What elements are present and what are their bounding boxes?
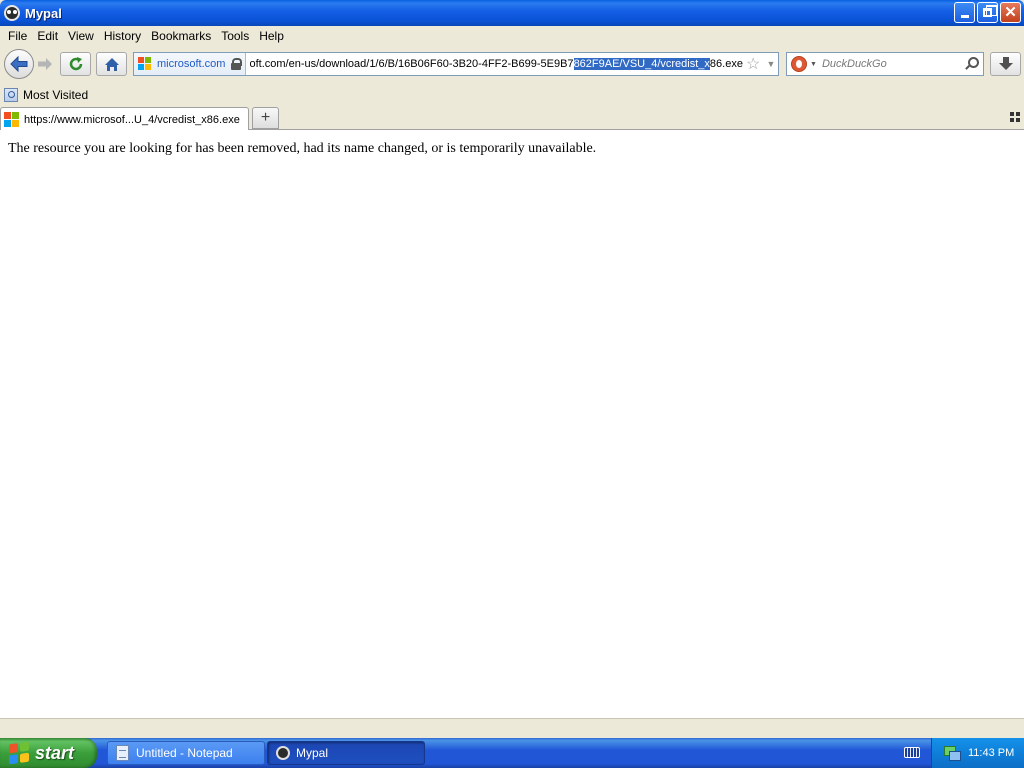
tab-active[interactable]: https://www.microsof...U_4/vcredist_x86.… [0, 107, 249, 131]
window-controls: ✕ [954, 2, 1021, 23]
minimize-icon [960, 15, 969, 18]
tab-bar: https://www.microsof...U_4/vcredist_x86.… [0, 106, 1024, 131]
error-message: The resource you are looking for has bee… [8, 141, 597, 156]
downloads-button[interactable] [990, 52, 1021, 76]
forward-arrow-icon [38, 58, 52, 70]
menu-edit[interactable]: Edit [32, 29, 63, 43]
url-suffix: 86.exe [709, 58, 743, 70]
back-button[interactable] [4, 49, 34, 79]
start-label: start [35, 742, 75, 763]
minimize-button[interactable] [954, 2, 975, 23]
reload-icon [69, 57, 82, 71]
network-icon[interactable] [944, 746, 961, 761]
url-bar[interactable]: microsoft.com oft.com/en-us/download/1/6… [133, 52, 779, 76]
home-icon [104, 57, 119, 71]
menu-bar: File Edit View History Bookmarks Tools H… [0, 26, 1024, 46]
notepad-icon [116, 745, 129, 761]
clock[interactable]: 11:43 PM [968, 747, 1014, 759]
url-selected-text: 862F9AE/VSU_4/vcredist_x [573, 58, 710, 70]
menu-view[interactable]: View [63, 29, 99, 43]
menu-tools[interactable]: Tools [216, 29, 254, 43]
search-engine-dropdown-icon[interactable]: ▼ [810, 61, 817, 68]
most-visited-bookmark[interactable]: Most Visited [23, 88, 88, 102]
back-arrow-icon [10, 56, 28, 72]
list-all-tabs-button[interactable] [1010, 112, 1020, 122]
plus-icon: + [260, 109, 271, 126]
window-title: Mypal [25, 5, 62, 21]
duckduckgo-icon[interactable] [791, 56, 807, 72]
navigation-toolbar: microsoft.com oft.com/en-us/download/1/6… [0, 46, 1024, 84]
mypal-icon [276, 746, 290, 760]
taskbar-item-notepad[interactable]: Untitled - Notepad [107, 741, 265, 765]
keyboard-language-icon[interactable] [904, 747, 920, 758]
restore-button[interactable] [977, 2, 998, 23]
search-input[interactable] [821, 58, 962, 70]
bookmarks-toolbar: Most Visited [0, 84, 1024, 106]
tab-favicon-icon [4, 111, 20, 128]
url-text[interactable]: oft.com/en-us/download/1/6/B/16B06F60-3B… [246, 58, 744, 70]
system-tray: 11:43 PM [931, 738, 1024, 768]
lock-icon [231, 58, 243, 70]
taskbar-item-label: Untitled - Notepad [136, 746, 233, 760]
download-arrow-icon [998, 57, 1013, 70]
search-icon[interactable] [962, 55, 980, 73]
menu-file[interactable]: File [3, 29, 32, 43]
taskbar-item-mypal[interactable]: Mypal [267, 741, 425, 765]
windows-flag-icon [9, 741, 29, 765]
most-visited-icon [4, 88, 18, 102]
restore-icon [983, 5, 997, 17]
microsoft-logo-icon [138, 57, 152, 71]
menu-help[interactable]: Help [254, 29, 289, 43]
close-icon: ✕ [1004, 4, 1017, 21]
tab-title: https://www.microsof...U_4/vcredist_x86.… [24, 113, 240, 126]
menu-history[interactable]: History [99, 29, 146, 43]
taskbar: start Untitled - Notepad Mypal 11:43 PM [0, 738, 1024, 768]
taskbar-item-label: Mypal [296, 746, 329, 760]
mypal-app-icon [4, 5, 20, 21]
menu-bookmarks[interactable]: Bookmarks [146, 29, 216, 43]
home-button[interactable] [96, 52, 127, 76]
page-content: The resource you are looking for has bee… [0, 130, 1024, 718]
close-button[interactable]: ✕ [1000, 2, 1021, 23]
start-button[interactable]: start [0, 738, 97, 768]
site-identity-button[interactable]: microsoft.com [134, 53, 247, 75]
reload-button[interactable] [60, 52, 91, 76]
identity-label: microsoft.com [157, 58, 226, 70]
forward-button[interactable] [34, 54, 56, 74]
url-dropdown-icon[interactable]: ▼ [764, 59, 778, 69]
new-tab-button[interactable]: + [252, 107, 279, 129]
bookmark-star-icon[interactable]: ☆ [746, 54, 762, 74]
search-bar: ▼ [786, 52, 984, 76]
url-prefix: oft.com/en-us/download/1/6/B/16B06F60-3B… [249, 58, 574, 70]
title-bar: Mypal ✕ [0, 0, 1024, 26]
status-bar [0, 718, 1024, 738]
